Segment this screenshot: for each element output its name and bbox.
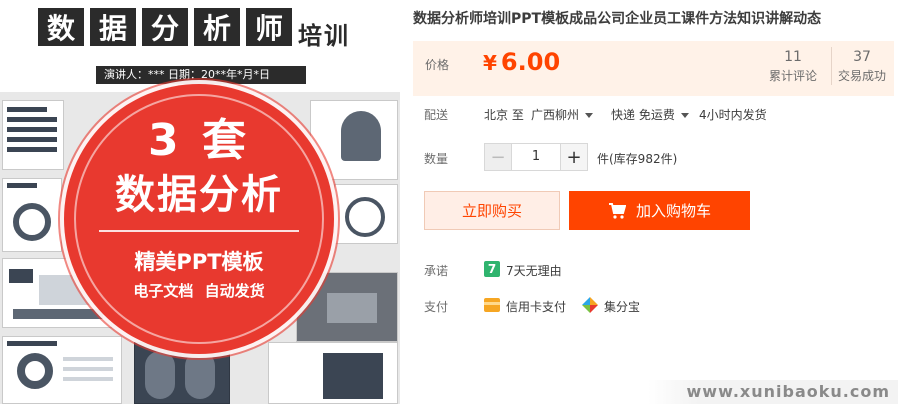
price-value: ¥6.00	[483, 48, 560, 76]
add-to-cart-label: 加入购物车	[635, 202, 711, 220]
ship-to-value: 广西柳州	[531, 108, 580, 122]
image-speaker-bar: 演讲人：*** 日期：20**年*月*日	[96, 66, 306, 84]
chevron-down-icon	[585, 113, 594, 118]
shopping-cart-icon	[608, 202, 626, 219]
stock-text: 件(库存982件)	[597, 152, 678, 166]
sales-label: 交易成功	[837, 69, 886, 83]
reviews-count: 11	[784, 49, 802, 65]
buy-now-button[interactable]: 立即购买	[424, 191, 560, 230]
badge-count: 3 套	[148, 115, 250, 166]
image-title: 数 据 分 析 师	[38, 8, 292, 46]
badge-tagline: 电子文档 自动发货	[133, 282, 265, 300]
ship-method-value: 快递 免运费	[611, 108, 675, 122]
price-currency: ¥	[483, 51, 497, 75]
slide-thumbnail	[2, 178, 62, 252]
watermark: www.xunibaoku.com	[648, 380, 898, 404]
price-amount: 6.00	[500, 48, 561, 76]
sales-count: 37	[853, 49, 871, 65]
product-title: 数据分析师培训PPT模板成品公司企业员工课件方法知识讲解动态	[413, 11, 822, 27]
quantity-decrease-button[interactable]: −	[484, 143, 512, 171]
badge-headline: 数据分析	[115, 172, 283, 218]
image-title-char: 数	[38, 8, 84, 46]
quantity-increase-button[interactable]: +	[560, 143, 588, 171]
badge-subtitle: 精美PPT模板	[134, 250, 264, 274]
quantity-input[interactable]: 1	[512, 143, 560, 171]
ship-dispatch: 4小时内发货	[699, 108, 767, 122]
slide-thumbnail	[2, 336, 122, 404]
promo-badge: 3 套 数据分析 精美PPT模板 电子文档 自动发货	[64, 84, 334, 354]
add-to-cart-button[interactable]: 加入购物车	[569, 191, 750, 230]
chevron-down-icon	[680, 113, 689, 118]
quantity-stepper: − 1 +	[484, 143, 588, 171]
promise-text[interactable]: 7天无理由	[506, 262, 562, 279]
slide-thumbnail	[2, 100, 64, 170]
slide-thumbnail	[268, 342, 398, 404]
points-icon	[582, 297, 598, 313]
price-label: 价格	[425, 58, 450, 72]
product-image[interactable]: 数 据 分 析 师 培训 演讲人：*** 日期：20**年*月*日 3 套 数据…	[0, 0, 400, 404]
seven-day-return-icon: 7	[484, 261, 500, 277]
badge-divider	[99, 230, 299, 232]
price-panel: 价格 ¥6.00 11 累计评论 37 交易成功	[413, 41, 894, 96]
payment-points[interactable]: 集分宝	[604, 298, 640, 315]
slide-thumbnail	[334, 184, 398, 244]
quantity-label: 数量	[424, 152, 449, 166]
buy-now-label: 立即购买	[461, 202, 522, 220]
image-title-suffix: 培训	[298, 22, 350, 50]
payment-label: 支付	[424, 300, 449, 314]
ship-method-select[interactable]: 快递 免运费	[611, 106, 689, 123]
reviews-label: 累计评论	[768, 69, 817, 83]
credit-card-icon	[484, 298, 500, 312]
image-title-char: 师	[246, 8, 292, 46]
payment-credit-card[interactable]: 信用卡支付	[506, 298, 566, 315]
ship-to-select[interactable]: 广西柳州	[531, 106, 594, 123]
sales-stat[interactable]: 37 交易成功	[831, 47, 892, 85]
shipping-label: 配送	[424, 108, 449, 122]
ship-from: 北京 至	[484, 108, 524, 122]
image-title-char: 析	[194, 8, 240, 46]
image-title-char: 分	[142, 8, 188, 46]
image-title-char: 据	[90, 8, 136, 46]
reviews-stat[interactable]: 11 累计评论	[763, 47, 823, 85]
promise-label: 承诺	[424, 264, 449, 278]
